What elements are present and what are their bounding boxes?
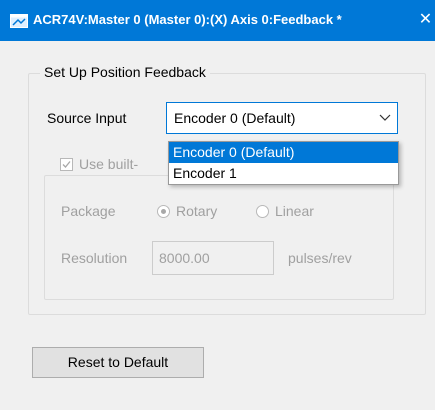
chevron-down-icon [379, 114, 391, 121]
rotary-label: Rotary [176, 203, 218, 219]
linear-label: Linear [275, 203, 314, 219]
title-bar: ACR74V:Master 0 (Master 0):(X) Axis 0:Fe… [0, 0, 435, 41]
resolution-value: 8000.00 [159, 250, 210, 266]
reset-to-default-button[interactable]: Reset to Default [32, 347, 204, 378]
checkmark-icon [62, 161, 71, 168]
resolution-label: Resolution [61, 250, 128, 266]
window-title: ACR74V:Master 0 (Master 0):(X) Axis 0:Fe… [33, 12, 342, 27]
resolution-units: pulses/rev [288, 250, 352, 266]
source-input-value: Encoder 0 (Default) [174, 110, 296, 126]
source-input-dropdown-list: Encoder 0 (Default) Encoder 1 [168, 141, 399, 185]
rotary-radio[interactable] [157, 205, 170, 218]
close-button[interactable]: ✕ [416, 8, 435, 32]
source-input-select[interactable]: Encoder 0 (Default) [166, 102, 398, 134]
builtin-subgroup [44, 175, 394, 300]
app-window-icon [10, 14, 28, 28]
reset-button-label: Reset to Default [67, 354, 169, 370]
resolution-input[interactable]: 8000.00 [152, 241, 274, 275]
dropdown-option-encoder-0[interactable]: Encoder 0 (Default) [169, 142, 398, 163]
linear-radio[interactable] [256, 205, 269, 218]
builtin-checkbox-label: Use built- [79, 156, 139, 172]
package-label: Package [61, 203, 116, 219]
groupbox-title: Set Up Position Feedback [40, 64, 210, 80]
builtin-checkbox[interactable] [60, 158, 73, 171]
dropdown-option-encoder-1[interactable]: Encoder 1 [169, 163, 398, 184]
source-input-label: Source Input [47, 110, 127, 126]
